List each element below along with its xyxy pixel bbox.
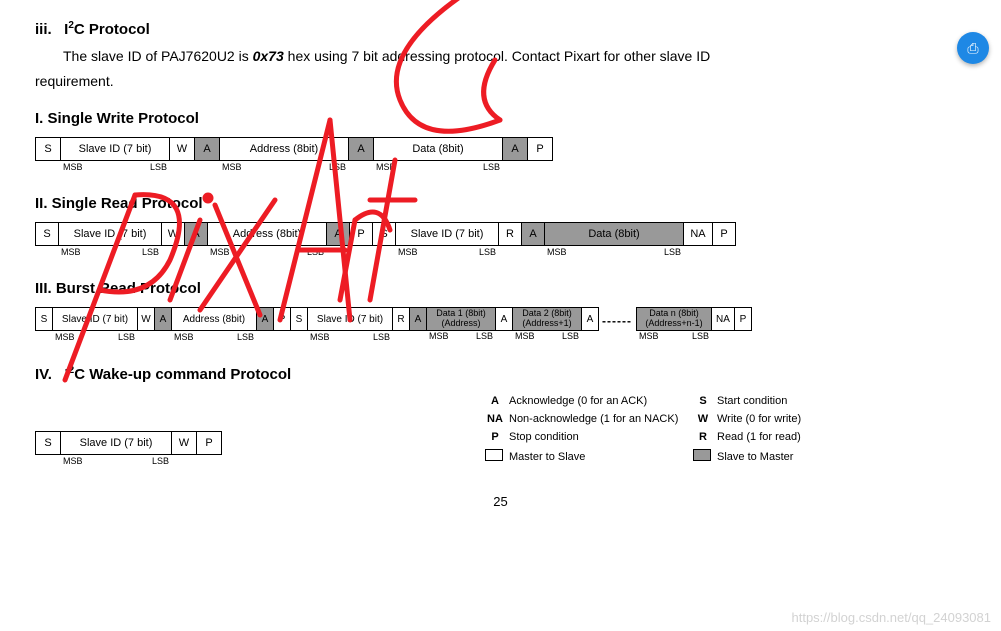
single-read-protocol: S Slave ID (7 bit) MSBLSB W A Address (8… [35,222,966,246]
legend-write: Write (0 for write) [717,413,801,425]
legend-stop: Stop condition [509,431,689,443]
legend-read: Read (1 for read) [717,431,801,443]
field-ack: A [194,137,220,161]
legend-sym-a: A [481,395,509,407]
legend-nack: Non-acknowledge (1 for an NACK) [509,413,689,425]
field-slave-id: Slave ID (7 bit) MSBLSB [58,222,162,246]
fab-icon: ⎙ [967,40,978,57]
field-stop: P [273,307,291,331]
slave-id-hex: 0x73 [253,48,284,64]
field-start: S [35,222,59,246]
field-datan: Data n (8bit)(Address+n-1) MSBLSB [636,307,712,331]
field-data: Data (8bit) MSBLSB [373,137,503,161]
field-ack: A [502,137,528,161]
field-r: R [392,307,410,331]
field-start: S [290,307,308,331]
document-page: iii. I2C Protocol The slave ID of PAJ762… [0,0,1001,529]
field-ack: A [256,307,274,331]
field-slave-id: Slave ID (7 bit) MSBLSB [395,222,499,246]
field-stop: P [734,307,752,331]
field-w: W [137,307,155,331]
ellipsis: ------ [598,310,636,328]
field-ack: A [154,307,172,331]
heading-single-write: I. Single Write Protocol [35,110,966,127]
field-ack: A [521,222,545,246]
field-ack: A [184,222,208,246]
desc-line2: requirement. [35,71,966,92]
fab-button[interactable]: ⎙ [957,32,989,64]
heading-iii: iii. I2C Protocol [35,20,966,38]
heading-burst-read: III. Burst Read Protocol [35,280,966,297]
legend-box-mtos [481,449,509,464]
field-ack: A [326,222,350,246]
field-data1: Data 1 (8bit)(Address) MSBLSB [426,307,496,331]
desc-line1: The slave ID of PAJ7620U2 is 0x73 hex us… [63,46,966,67]
single-write-protocol: S Slave ID (7 bit) MSBLSB W A Address (8… [35,137,966,161]
field-slave-id: Slave ID (7 bit) MSBLSB [307,307,393,331]
page-number: 25 [35,494,966,509]
legend-sym-p: P [481,431,509,443]
field-data2: Data 2 (8bit)(Address+1) MSBLSB [512,307,582,331]
legend-sym-s: S [689,395,717,407]
legend-box-stom [689,449,717,464]
field-stop: P [527,137,553,161]
field-start: S [35,307,53,331]
field-stop: P [349,222,373,246]
field-nack: NA [683,222,713,246]
field-slave-id: Slave ID (7 bit) MSBLSB [60,137,170,161]
field-stop: P [196,431,222,455]
field-address: Address (8bit) MSBLSB [219,137,349,161]
burst-read-protocol: S Slave ID (7 bit) MSBLSB W A Address (8… [35,307,966,331]
heading-single-read: II. Single Read Protocol [35,195,966,212]
field-w: W [161,222,185,246]
legend-sym-r: R [689,431,717,443]
legend-ack: Acknowledge (0 for an ACK) [509,395,689,407]
field-start: S [35,137,61,161]
field-ack: A [581,307,599,331]
field-r: R [498,222,522,246]
field-ack: A [495,307,513,331]
field-slave-id: Slave ID (7 bit) MSBLSB [60,431,172,455]
legend: A Acknowledge (0 for an ACK) S Start con… [481,395,801,464]
field-data: Data (8bit) MSBLSB [544,222,684,246]
field-start: S [372,222,396,246]
legend-start: Start condition [717,395,801,407]
field-start: S [35,431,61,455]
field-ack: A [348,137,374,161]
watermark-url: https://blog.csdn.net/qq_24093081 [792,610,992,625]
field-ack: A [409,307,427,331]
field-w: W [171,431,197,455]
heading-wakeup: IV. I2C Wake-up command Protocol [35,365,966,383]
field-w: W [169,137,195,161]
legend-mtos: Master to Slave [509,451,689,463]
field-nack: NA [711,307,735,331]
field-address: Address (8bit) MSBLSB [207,222,327,246]
field-stop: P [712,222,736,246]
legend-sym-na: NA [481,413,509,425]
legend-sym-w: W [689,413,717,425]
legend-stom: Slave to Master [717,451,801,463]
field-address: Address (8bit) MSBLSB [171,307,257,331]
wakeup-protocol: S Slave ID (7 bit) MSBLSB W P [35,431,221,455]
field-slave-id: Slave ID (7 bit) MSBLSB [52,307,138,331]
